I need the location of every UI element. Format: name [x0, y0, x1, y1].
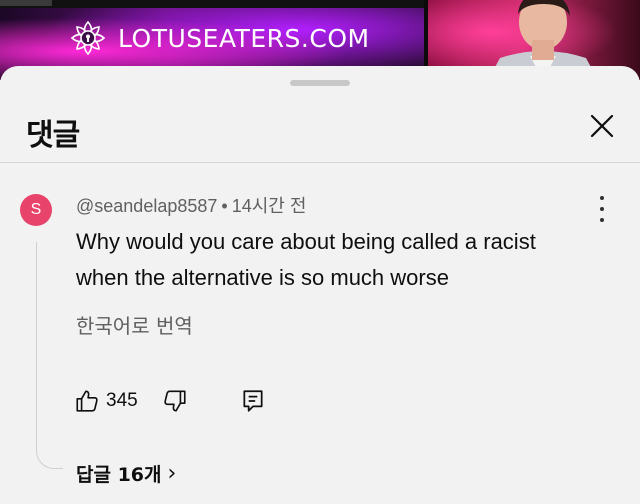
thumbs-up-icon	[76, 390, 98, 412]
thumbs-down-icon	[164, 390, 186, 412]
lotus-logo-icon	[70, 20, 106, 56]
avatar[interactable]: S	[20, 194, 52, 226]
logo-text: LOTUSEATERS.COM	[118, 23, 370, 53]
close-button[interactable]	[586, 110, 618, 142]
replies-label: 답글 16개	[76, 464, 162, 486]
video-top-strip	[0, 0, 430, 8]
comment-line: when the alternative is so much worse	[76, 265, 449, 290]
comment-author[interactable]: @seandelap8587	[76, 196, 217, 216]
close-icon	[590, 114, 614, 138]
like-button[interactable]: 345	[74, 386, 138, 416]
thread-line	[36, 242, 63, 469]
header-divider	[0, 162, 640, 163]
reply-icon	[243, 390, 263, 412]
reply-button[interactable]	[240, 386, 266, 416]
view-replies-button[interactable]: 답글 16개 ›	[76, 460, 176, 487]
more-options-button[interactable]	[594, 196, 610, 222]
chevron-right-icon: ›	[167, 461, 177, 486]
site-logo: LOTUSEATERS.COM	[68, 18, 370, 58]
comment-meta: @seandelap8587 • 14시간 전	[76, 192, 306, 218]
drag-handle[interactable]	[290, 80, 350, 86]
translate-link[interactable]: 한국어로 번역	[76, 310, 193, 339]
sheet-title: 댓글	[26, 118, 80, 153]
comments-sheet: 댓글 S @seandelap8587 • 14시간 전 Why would you…	[0, 66, 640, 504]
meta-separator: •	[221, 196, 228, 216]
like-count: 345	[106, 390, 138, 411]
comment-time: 14시간 전	[231, 196, 307, 216]
avatar-letter: S	[30, 201, 42, 218]
comment-text: Why would you care about being called a …	[76, 224, 616, 296]
comment-line: Why would you care about being called a …	[76, 229, 536, 254]
more-vert-icon	[600, 196, 604, 200]
dislike-button[interactable]	[162, 386, 188, 416]
